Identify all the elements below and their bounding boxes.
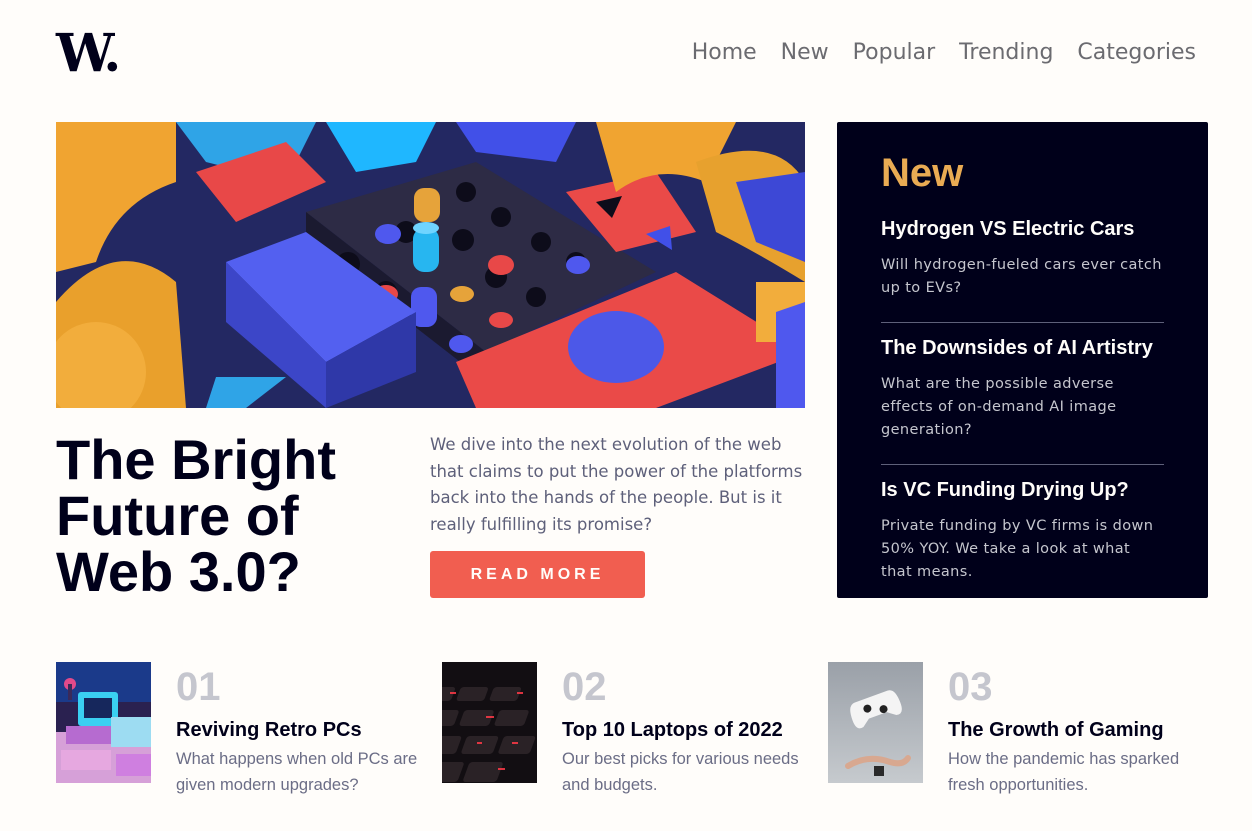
card-title[interactable]: Top 10 Laptops of 2022 [562, 718, 783, 742]
hero-description: We dive into the next evolution of the w… [430, 435, 803, 534]
new-panel-heading: New [881, 151, 964, 195]
new-article-title[interactable]: The Downsides of AI Artistry [881, 335, 1164, 361]
site-logo[interactable]: W. [56, 28, 121, 80]
new-article-title[interactable]: Hydrogen VS Electric Cars [881, 216, 1164, 242]
article-card[interactable]: 01 Reviving Retro PCs What happens when … [56, 662, 426, 794]
card-number: 03 [948, 665, 993, 709]
new-article-title[interactable]: Is VC Funding Drying Up? [881, 477, 1164, 503]
article-card[interactable]: 02 Top 10 Laptops of 2022 Our best picks… [442, 662, 812, 794]
game-controller-thumbnail[interactable] [828, 662, 923, 783]
new-articles-panel: New Hydrogen VS Electric Cars Will hydro… [837, 122, 1208, 598]
new-article-item[interactable]: Is VC Funding Drying Up? Private funding… [881, 464, 1164, 606]
new-article-item[interactable]: Hydrogen VS Electric Cars Will hydrogen-… [881, 216, 1164, 322]
nav-popular[interactable]: Popular [853, 40, 936, 65]
new-article-description: Will hydrogen-fueled cars ever catch up … [881, 257, 1162, 296]
card-description: How the pandemic has sparked fresh oppor… [948, 750, 1180, 794]
main-nav: Home New Popular Trending Categories [692, 40, 1196, 65]
card-title[interactable]: The Growth of Gaming [948, 718, 1164, 742]
nav-home[interactable]: Home [692, 40, 757, 65]
card-number: 01 [176, 665, 221, 709]
new-article-item[interactable]: The Downsides of AI Artistry What are th… [881, 322, 1164, 464]
hero-image [56, 122, 805, 408]
article-card[interactable]: 03 The Growth of Gaming How the pandemic… [828, 662, 1198, 794]
new-article-description: Private funding by VC firms is down 50% … [881, 518, 1154, 580]
card-number: 02 [562, 665, 607, 709]
read-more-button[interactable]: READ MORE [430, 551, 645, 598]
retro-pc-thumbnail[interactable] [56, 662, 151, 783]
nav-categories[interactable]: Categories [1077, 40, 1196, 65]
hero-title: The Bright Future of Web 3.0? [56, 428, 336, 603]
card-title[interactable]: Reviving Retro PCs [176, 718, 362, 742]
nav-trending[interactable]: Trending [959, 40, 1053, 65]
card-description: What happens when old PCs are given mode… [176, 750, 418, 794]
new-article-description: What are the possible adverse effects of… [881, 376, 1117, 438]
nav-new[interactable]: New [781, 40, 829, 65]
card-description: Our best picks for various needs and bud… [562, 750, 799, 794]
laptop-keyboard-thumbnail[interactable] [442, 662, 537, 783]
